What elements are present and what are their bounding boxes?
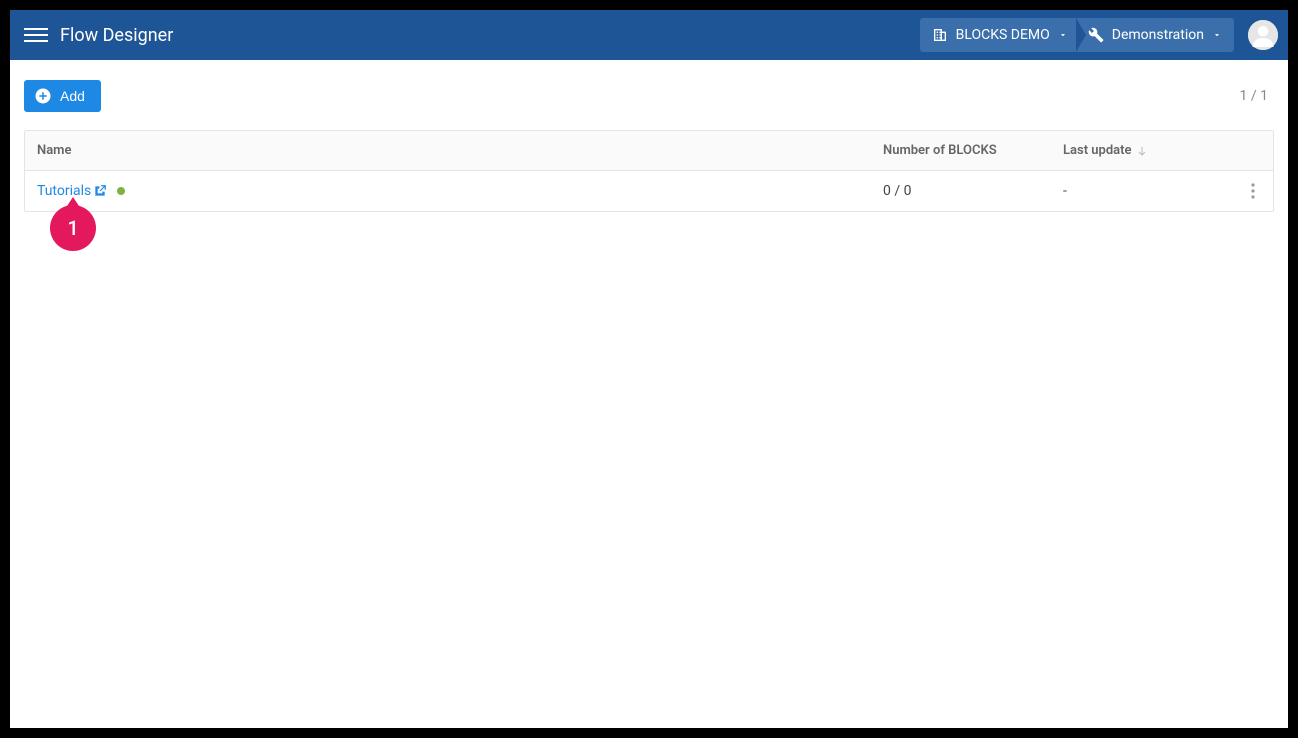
chevron-down-icon [1058, 30, 1068, 40]
callout-number: 1 [67, 216, 78, 240]
avatar[interactable] [1248, 20, 1278, 50]
status-dot [117, 187, 125, 195]
breadcrumb-org-label: BLOCKS DEMO [956, 27, 1050, 43]
app-frame: Flow Designer BLOCKS DEMO Demonstration [10, 10, 1288, 728]
breadcrumb-project[interactable]: Demonstration [1076, 18, 1234, 52]
cell-name: Tutorials [25, 183, 883, 199]
flow-table: Name Number of BLOCKS Last update Tutori… [24, 130, 1274, 212]
plus-circle-icon [34, 87, 52, 105]
breadcrumb: BLOCKS DEMO Demonstration [920, 18, 1234, 52]
col-header-name[interactable]: Name [25, 143, 883, 158]
app-title: Flow Designer [60, 25, 173, 46]
callout-pin-1: 1 [50, 205, 96, 251]
cell-blocks: 0 / 0 [883, 183, 1063, 199]
breadcrumb-org[interactable]: BLOCKS DEMO [920, 18, 1076, 52]
add-button-label: Add [60, 88, 85, 104]
chevron-down-icon [1212, 30, 1222, 40]
table-row: Tutorials 0 / 0 - [25, 171, 1273, 211]
cell-actions [1233, 179, 1273, 203]
external-link-icon [93, 184, 107, 198]
wrench-icon [1088, 27, 1104, 43]
app-header: Flow Designer BLOCKS DEMO Demonstration [10, 10, 1288, 60]
user-icon [1248, 20, 1278, 50]
row-menu-button[interactable] [1241, 179, 1265, 203]
sort-desc-icon [1136, 145, 1148, 157]
table-header: Name Number of BLOCKS Last update [25, 131, 1273, 171]
kebab-icon [1251, 183, 1255, 199]
cell-updated: - [1063, 183, 1233, 199]
col-header-updated-label: Last update [1063, 143, 1132, 158]
breadcrumb-project-label: Demonstration [1112, 27, 1204, 43]
menu-icon[interactable] [24, 23, 48, 47]
building-icon [932, 27, 948, 43]
col-header-updated[interactable]: Last update [1063, 143, 1233, 158]
toolbar: Add 1 / 1 [10, 60, 1288, 118]
page-counter: 1 / 1 [1240, 88, 1274, 104]
add-button[interactable]: Add [24, 80, 101, 112]
col-header-blocks[interactable]: Number of BLOCKS [883, 143, 1063, 158]
